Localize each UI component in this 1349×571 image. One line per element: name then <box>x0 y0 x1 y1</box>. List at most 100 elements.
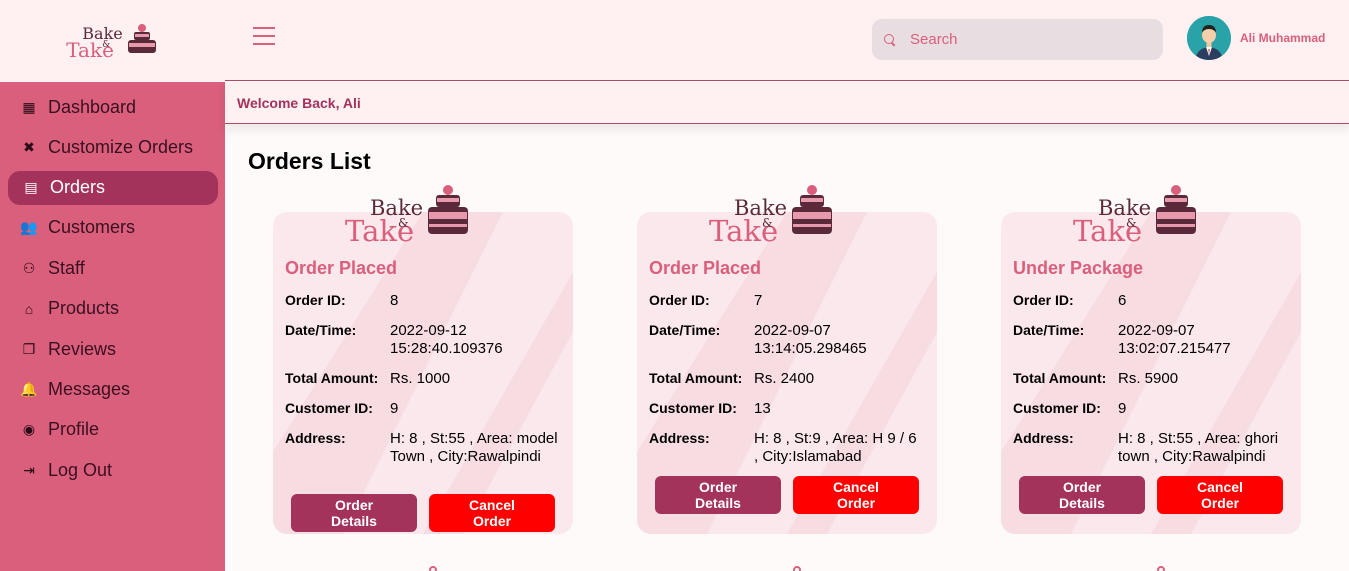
user-avatar[interactable] <box>1187 16 1231 60</box>
logo-text-take: Take <box>709 213 779 248</box>
total-label: Total Amount: <box>285 370 379 386</box>
search-icon <box>884 33 896 46</box>
order-id-row: Order ID: 7 <box>649 292 924 310</box>
order-status: Order Placed <box>285 258 398 278</box>
date-time-value: 2022-09-07 13:14:05.298465 <box>754 322 867 357</box>
cancel-order-button[interactable]: Cancel Order <box>793 476 919 514</box>
order-id-label: Order ID: <box>285 292 346 308</box>
sidebar-item-label: Customers <box>48 217 136 238</box>
order-details-button[interactable]: Order Details <box>1019 476 1145 514</box>
brand[interactable]: Bake & Take <box>0 0 225 82</box>
date-time-row: Date/Time: 2022-09-07 13:14:05.298465 <box>649 322 884 358</box>
address-row: Address: H: 8 , St:9 , Area: H 9 / 6 , C… <box>649 430 924 466</box>
hamburger-menu-icon[interactable] <box>253 27 275 51</box>
sidebar-item-customers[interactable]: 👥 Customers <box>0 208 225 248</box>
address-value: H: 8 , St:9 , Area: H 9 / 6 , City:Islam… <box>754 430 917 465</box>
sidebar: Bake & Take ▦ Dashboard ✖ Customize Orders ▤… <box>0 0 225 571</box>
order-id-value: 7 <box>754 292 763 309</box>
order-status: Order Placed <box>649 258 762 278</box>
next-card-peek <box>429 566 437 571</box>
user-circle-icon: ◉ <box>22 421 36 438</box>
next-card-peek <box>1157 566 1165 571</box>
cancel-order-label: Cancel Order <box>833 479 879 511</box>
cancel-order-label: Cancel Order <box>1197 479 1243 511</box>
clipboard-icon: ▤ <box>24 179 38 196</box>
sidebar-item-profile[interactable]: ◉ Profile <box>0 410 225 450</box>
users-icon: 👥 <box>20 219 38 236</box>
reviews-icon: ❐ <box>22 340 36 357</box>
logout-icon: ⇥ <box>23 461 35 478</box>
search-input[interactable] <box>910 31 1140 48</box>
sidebar-item-label: Dashboard <box>48 96 137 117</box>
address-value: H: 8 , St:55 , Area: ghori town , City:R… <box>1118 430 1279 465</box>
store-icon: ⌂ <box>24 300 34 317</box>
order-details-label: Order Details <box>1059 479 1105 511</box>
order-card: Bake & Take Order Placed Order ID: 8 Dat… <box>273 184 573 534</box>
cake-icon <box>127 24 156 53</box>
sidebar-item-label: Profile <box>48 419 100 440</box>
order-id-label: Order ID: <box>649 292 710 308</box>
sidebar-item-messages[interactable]: 🔔 Messages <box>0 369 225 409</box>
sidebar-item-label: Customize Orders <box>48 137 194 158</box>
total-value: Rs. 5900 <box>1118 370 1179 387</box>
date-time-label: Date/Time: <box>649 322 721 338</box>
date-time-row: Date/Time: 2022-09-07 13:02:07.215477 <box>1013 322 1248 358</box>
sidebar-item-label: Staff <box>48 257 85 278</box>
cancel-order-label: Cancel Order <box>469 497 515 529</box>
customer-id-value: 13 <box>754 400 771 417</box>
address-label: Address: <box>649 430 710 446</box>
logo-text-amp: & <box>102 39 111 50</box>
customer-id-label: Customer ID: <box>285 400 373 416</box>
logo-text-amp: & <box>398 216 409 231</box>
cancel-order-button[interactable]: Cancel Order <box>429 494 555 532</box>
total-label: Total Amount: <box>649 370 743 386</box>
date-time-label: Date/Time: <box>285 322 357 338</box>
total-value: Rs. 1000 <box>390 370 451 387</box>
address-row: Address: H: 8 , St:55 , Area: model Town… <box>285 430 560 466</box>
search-box[interactable] <box>872 19 1163 60</box>
sidebar-item-label: Reviews <box>48 338 117 359</box>
sidebar-item-customize-orders[interactable]: ✖ Customize Orders <box>0 127 225 167</box>
topbar: Ali Muhammad <box>225 0 1349 81</box>
order-details-label: Order Details <box>331 497 377 529</box>
user-name[interactable]: Ali Muhammad <box>1240 31 1325 45</box>
staff-icon: ⚇ <box>22 259 36 276</box>
sidebar-nav: ▦ Dashboard ✖ Customize Orders ▤ Orders 👥 Custo… <box>0 82 225 491</box>
customer-id-value: 9 <box>390 400 399 417</box>
order-card: Bake & Take Under Package Order ID: 6 Da… <box>1001 184 1301 534</box>
order-id-value: 6 <box>1118 292 1127 309</box>
cake-icon <box>789 184 835 244</box>
total-row: Total Amount: Rs. 5900 <box>1013 370 1288 388</box>
page-title: Orders List <box>248 148 371 174</box>
order-id-value: 8 <box>390 292 399 309</box>
sidebar-item-log-out[interactable]: ⇥ Log Out <box>0 450 225 490</box>
order-id-row: Order ID: 8 <box>285 292 560 310</box>
next-card-peek <box>793 566 801 571</box>
sidebar-item-dashboard[interactable]: ▦ Dashboard <box>0 87 225 127</box>
sidebar-item-staff[interactable]: ⚇ Staff <box>0 248 225 288</box>
sidebar-item-label: Messages <box>48 379 131 400</box>
logo-text-take: Take <box>1073 213 1143 248</box>
date-time-label: Date/Time: <box>1013 322 1085 338</box>
cancel-order-button[interactable]: Cancel Order <box>1157 476 1283 514</box>
customer-id-value: 9 <box>1118 400 1127 417</box>
dashboard-icon: ▦ <box>22 98 36 115</box>
customer-id-row: Customer ID: 9 <box>1013 400 1288 418</box>
order-details-button[interactable]: Order Details <box>655 476 781 514</box>
sidebar-item-orders[interactable]: ▤ Orders <box>8 170 218 205</box>
customer-id-row: Customer ID: 9 <box>285 400 560 418</box>
customer-id-label: Customer ID: <box>1013 400 1101 416</box>
order-id-row: Order ID: 6 <box>1013 292 1288 310</box>
date-time-value: 2022-09-07 13:02:07.215477 <box>1118 322 1231 357</box>
sidebar-item-label: Orders <box>50 177 106 198</box>
address-label: Address: <box>1013 430 1074 446</box>
sidebar-item-reviews[interactable]: ❐ Reviews <box>0 329 225 369</box>
order-details-button[interactable]: Order Details <box>291 494 417 532</box>
bake-and-take-logo: Bake & Take <box>66 23 158 60</box>
order-card: Bake & Take Order Placed Order ID: 7 Dat… <box>637 184 937 534</box>
sidebar-item-products[interactable]: ⌂ Products <box>0 289 225 329</box>
bake-and-take-logo: Bake & Take <box>1073 184 1199 248</box>
bell-icon: 🔔 <box>20 381 38 398</box>
bake-and-take-logo: Bake & Take <box>345 184 471 245</box>
date-time-value: 2022-09-12 15:28:40.109376 <box>390 322 503 357</box>
